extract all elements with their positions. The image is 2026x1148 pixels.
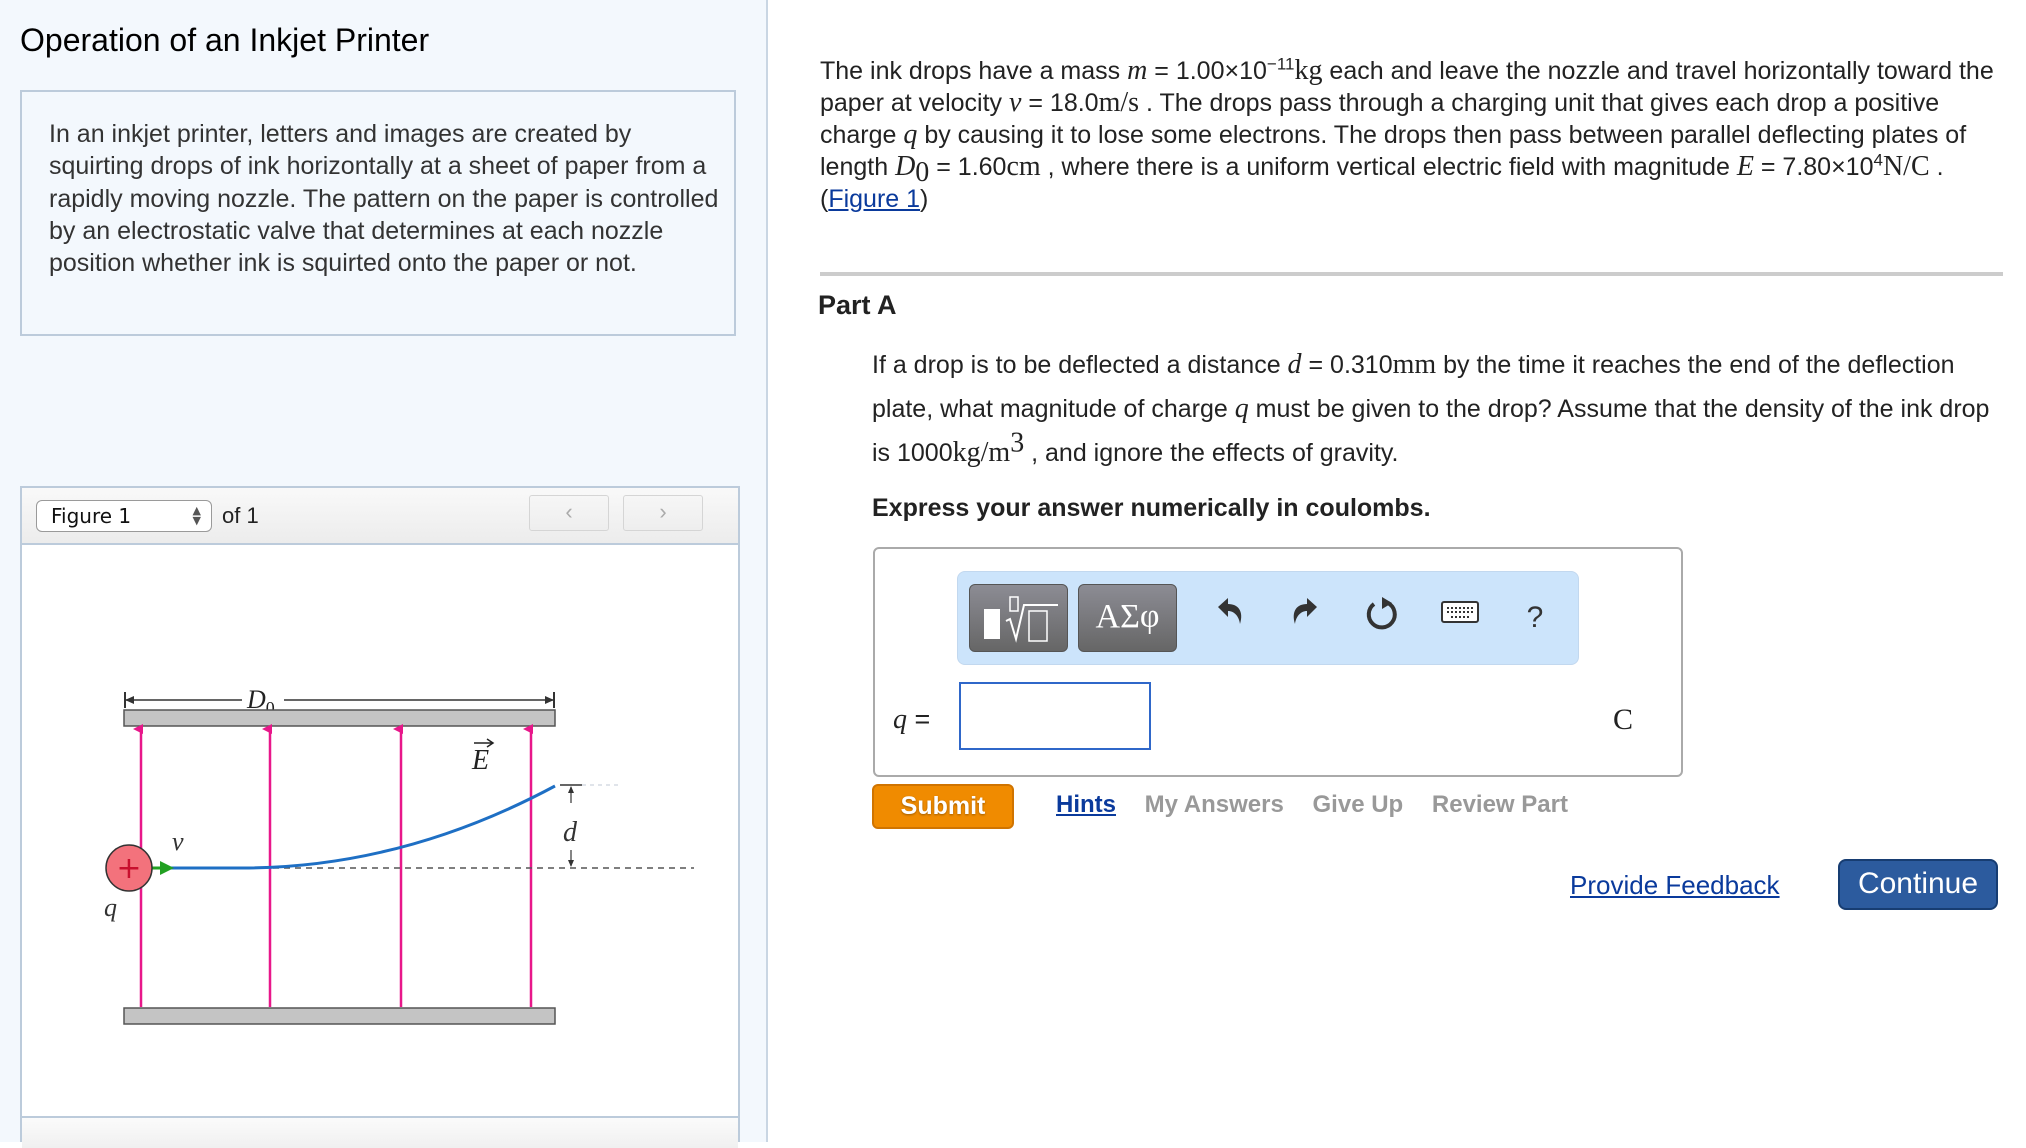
length-subscript: 0 [915, 157, 930, 188]
symbols-button[interactable]: ΑΣφ [1078, 584, 1177, 652]
inkjet-diagram: D0 E v + q d [104, 685, 694, 1025]
chevron-left-icon: ‹ [565, 499, 573, 524]
velocity-unit: m/s [1098, 87, 1140, 118]
question-fragment: , and ignore the effects of gravity. [1024, 439, 1399, 467]
my-answers-link[interactable]: My Answers [1145, 791, 1284, 818]
density-exponent: 3 [1010, 427, 1025, 459]
top-plate [123, 709, 556, 727]
answer-box: ΑΣφ ? q = C [873, 547, 1683, 777]
continue-button[interactable]: Continue [1838, 859, 1998, 910]
charge-label: q [104, 893, 117, 922]
updown-icon: ▲ ▼ [192, 504, 201, 527]
figure-select-value: Figure 1 [51, 504, 132, 528]
velocity-arrowhead [160, 861, 174, 875]
distance-symbol: d [1287, 349, 1302, 380]
undo-button[interactable] [1206, 594, 1254, 642]
answer-variable: q [893, 704, 907, 735]
deflection-label: d [563, 817, 578, 848]
charge-symbol: q [1234, 393, 1249, 424]
keyboard-icon [1441, 601, 1479, 623]
intro-text: = 1.60 [929, 153, 1007, 181]
provide-feedback-link[interactable]: Provide Feedback [1570, 870, 1780, 901]
templates-button[interactable] [969, 584, 1068, 652]
question-fragment: = 0.310 [1301, 351, 1393, 379]
figure-header: Figure 1 ▲ ▼ of 1 ‹ › [22, 488, 738, 545]
drop-trajectory [165, 784, 556, 870]
reset-icon [1366, 597, 1397, 630]
figure-panel: Figure 1 ▲ ▼ of 1 ‹ › D0 E v + q d [20, 486, 740, 1148]
next-figure-button[interactable]: › [623, 495, 703, 531]
part-title: Part A [818, 290, 897, 320]
prev-figure-button[interactable]: ‹ [529, 495, 609, 531]
math-toolbar: ΑΣφ ? [957, 571, 1579, 665]
intro-text: = 18.0 [1021, 89, 1099, 117]
field-label: E [471, 745, 489, 776]
d0-dimension-line [124, 692, 555, 708]
intro-text: , where there is a uniform vertical elec… [1040, 153, 1737, 181]
intro-text: = 1.00×10 [1147, 57, 1267, 85]
answer-label: q = [893, 704, 930, 736]
part-actions: Hints My Answers Give Up Review Part [1056, 791, 1590, 819]
question-text: If a drop is to be deflected a distance … [872, 343, 2012, 475]
velocity-symbol: v [1009, 87, 1022, 118]
keyboard-button[interactable] [1436, 594, 1484, 642]
field-unit: N/C [1882, 151, 1930, 182]
intro-text: = 7.80×10 [1753, 153, 1874, 181]
question-fragment: If a drop is to be deflected a distance [872, 351, 1288, 379]
velocity-label: v [172, 827, 184, 856]
submit-button[interactable]: Submit [872, 784, 1014, 829]
answer-input[interactable] [959, 682, 1151, 750]
description-box: In an inkjet printer, letters and images… [20, 90, 736, 336]
template-root-icon [984, 596, 1058, 643]
help-button[interactable]: ? [1511, 594, 1559, 642]
mass-symbol: m [1127, 55, 1148, 86]
field-exponent: 4 [1873, 150, 1883, 170]
field-symbol: E [1736, 151, 1754, 182]
redo-icon [1293, 598, 1317, 624]
undo-icon [1218, 598, 1242, 624]
density-unit: kg/m [952, 437, 1011, 468]
problem-intro: The ink drops have a mass m = 1.00×10−11… [820, 55, 2000, 215]
distance-unit: mm [1392, 349, 1437, 380]
figure-image: D0 E v + q d [22, 545, 738, 1118]
left-panel: Operation of an Inkjet Printer In an ink… [0, 0, 768, 1148]
equals-sign: = [907, 704, 931, 734]
mass-exponent: −11 [1266, 54, 1295, 74]
figure-select[interactable]: Figure 1 ▲ ▼ [36, 500, 212, 532]
figure-count: of 1 [222, 503, 259, 528]
redo-button[interactable] [1281, 594, 1329, 642]
intro-text: The ink drops have a mass [820, 57, 1128, 85]
problem-title: Operation of an Inkjet Printer [20, 22, 430, 58]
section-divider [820, 272, 2003, 276]
bottom-plate [123, 1007, 556, 1025]
plus-icon: + [116, 851, 141, 886]
answer-unit: C [1613, 703, 1634, 736]
mass-unit: kg [1294, 55, 1323, 86]
intro-text: ) [920, 185, 929, 213]
length-symbol: D [895, 151, 916, 182]
give-up-link[interactable]: Give Up [1313, 791, 1404, 818]
description-text: In an inkjet printer, letters and images… [49, 120, 719, 278]
review-part-link[interactable]: Review Part [1432, 791, 1568, 818]
chevron-right-icon: › [659, 499, 667, 524]
figure-footer [22, 1116, 738, 1148]
hints-link[interactable]: Hints [1056, 791, 1116, 818]
figure-1-link[interactable]: Figure 1 [828, 185, 920, 213]
reset-button[interactable] [1358, 594, 1406, 642]
answer-instructions: Express your answer numerically in coulo… [872, 494, 1431, 522]
length-unit: cm [1006, 151, 1041, 182]
charge-symbol: q [903, 119, 918, 150]
